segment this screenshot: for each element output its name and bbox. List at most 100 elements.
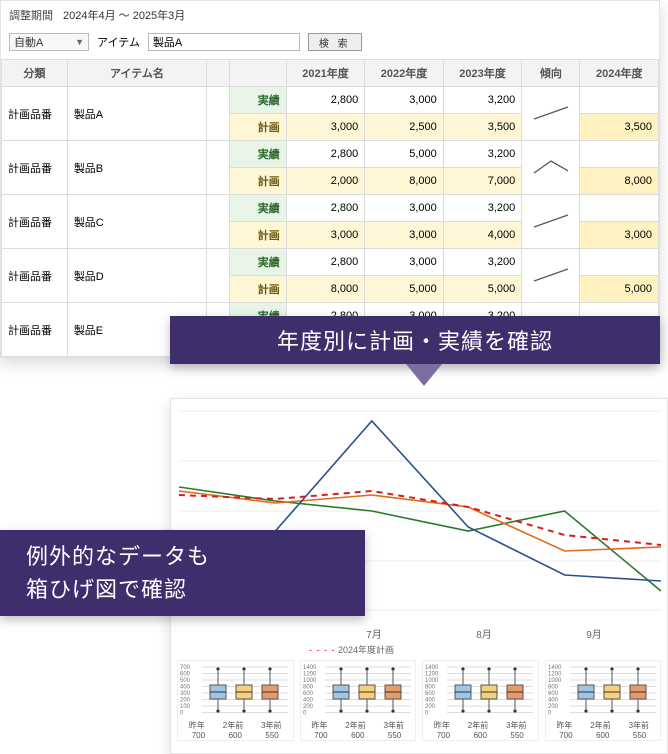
svg-text:600: 600 (303, 691, 314, 697)
cell-val: 3,000 (365, 249, 443, 276)
cell-sparkline (522, 249, 580, 303)
cell-val: 3,000 (365, 87, 443, 114)
cell-type-plan: 計画 (229, 168, 286, 195)
category-select-value: 自動A (14, 34, 43, 50)
item-label: アイテム (97, 34, 140, 50)
banner-yearly-confirm: 年度別に計画・実績を確認 (170, 316, 660, 364)
cell-type-plan: 計画 (229, 222, 286, 249)
x-tick: 8月 (476, 626, 492, 641)
svg-text:500: 500 (180, 678, 191, 684)
cell-val: 4,000 (443, 222, 521, 249)
box-xlabel: 昨年 (434, 720, 450, 731)
svg-text:400: 400 (303, 698, 314, 704)
svg-text:800: 800 (425, 685, 436, 691)
box-value: 700 (192, 731, 205, 740)
cell-item-name: 製品C (67, 195, 206, 249)
cell-item-name: 製品B (67, 141, 206, 195)
search-button[interactable]: 検 索 (308, 33, 362, 51)
box-value: 550 (265, 731, 278, 740)
boxplot-chart: 7006005004003002001000 (180, 663, 290, 718)
cell-val: 3,200 (443, 141, 521, 168)
svg-text:700: 700 (180, 665, 191, 671)
box-xlabel: 2年前 (590, 720, 610, 731)
cell-val: 2,800 (286, 141, 364, 168)
box-value: 600 (596, 731, 609, 740)
boxplot-x-labels: 昨年2年前3年前 (180, 720, 291, 731)
box-xlabel: 2年前 (345, 720, 365, 731)
svg-text:400: 400 (548, 698, 559, 704)
table-row: 計画品番 製品C 実績 2,800 3,000 3,200 (2, 195, 659, 222)
cell-val: 5,000 (443, 276, 521, 303)
cell-plan-2024[interactable]: 3,000 (580, 222, 659, 249)
cell-item-name: 製品D (67, 249, 206, 303)
box-value: 600 (474, 731, 487, 740)
cell-plan-empty (580, 249, 659, 276)
boxplot-cell: 1400120010008006004002000 (300, 660, 417, 741)
svg-text:1000: 1000 (303, 678, 317, 684)
col-category: 分類 (2, 60, 68, 87)
svg-text:1400: 1400 (548, 665, 562, 671)
cell-val: 3,500 (443, 114, 521, 141)
cell-plan-empty (580, 87, 659, 114)
cell-plan-2024[interactable]: 5,000 (580, 276, 659, 303)
svg-text:1200: 1200 (303, 672, 317, 678)
header-row-filters: 自動A ▼ アイテム 検 索 (1, 29, 659, 59)
chevron-down-icon: ▼ (75, 37, 84, 47)
box-xlabel: 昨年 (189, 720, 205, 731)
box-value: 550 (510, 731, 523, 740)
boxplot-chart: 1400120010008006004002000 (548, 663, 658, 718)
cell-type-plan: 計画 (229, 276, 286, 303)
col-gap (207, 60, 230, 87)
cell-val: 3,000 (365, 222, 443, 249)
boxplot-cell: 7006005004003002001000 (177, 660, 294, 741)
svg-text:1400: 1400 (425, 665, 439, 671)
boxplot-x-labels: 昨年2年前3年前 (425, 720, 536, 731)
svg-text:0: 0 (548, 711, 552, 717)
cell-val: 3,200 (443, 87, 521, 114)
cell-category: 計画品番 (2, 87, 68, 141)
boxplot-cell: 1400120010008006004002000 (422, 660, 539, 741)
cell-val: 5,000 (365, 141, 443, 168)
svg-text:600: 600 (548, 691, 559, 697)
col-2024: 2024年度 (580, 60, 659, 87)
svg-text:100: 100 (180, 704, 191, 710)
svg-text:1200: 1200 (548, 672, 562, 678)
cell-plan-2024[interactable]: 8,000 (580, 168, 659, 195)
cell-category: 計画品番 (2, 303, 68, 357)
cell-plan-2024[interactable]: 3,500 (580, 114, 659, 141)
boxplot-chart: 1400120010008006004002000 (425, 663, 535, 718)
svg-text:300: 300 (180, 691, 191, 697)
svg-text:0: 0 (180, 711, 184, 717)
box-value: 550 (388, 731, 401, 740)
cell-val: 5,000 (365, 276, 443, 303)
cell-category: 計画品番 (2, 249, 68, 303)
category-select[interactable]: 自動A ▼ (9, 33, 89, 51)
plan-actual-table: 分類 アイテム名 2021年度 2022年度 2023年度 傾向 2024年度 … (1, 59, 659, 357)
legend-label: 2024年度計画 (338, 645, 394, 655)
box-xlabel: 昨年 (556, 720, 572, 731)
box-xlabel: 3年前 (261, 720, 281, 731)
boxplot-values: 700600550 (303, 731, 414, 740)
box-value: 600 (229, 731, 242, 740)
table-header-row: 分類 アイテム名 2021年度 2022年度 2023年度 傾向 2024年度 (2, 60, 659, 87)
svg-text:0: 0 (303, 711, 307, 717)
item-input[interactable] (148, 33, 300, 51)
cell-sparkline (522, 195, 580, 249)
boxplot-x-labels: 昨年2年前3年前 (303, 720, 414, 731)
box-xlabel: 3年前 (384, 720, 404, 731)
cell-category: 計画品番 (2, 141, 68, 195)
cell-type-actual: 実績 (229, 87, 286, 114)
cell-gap (207, 141, 230, 195)
svg-text:1000: 1000 (548, 678, 562, 684)
box-value: 600 (351, 731, 364, 740)
svg-text:0: 0 (425, 711, 429, 717)
line-chart-x-axis: 7月 8月 9月 (179, 626, 659, 641)
cell-val: 2,800 (286, 249, 364, 276)
cell-gap (207, 87, 230, 141)
cell-gap (207, 249, 230, 303)
cell-val: 2,000 (286, 168, 364, 195)
header-row-period: 調整期間 2024年4月 ～ 2025年3月 (1, 1, 659, 29)
cell-type-actual: 実績 (229, 249, 286, 276)
col-2022: 2022年度 (365, 60, 443, 87)
boxplot-x-labels: 昨年2年前3年前 (548, 720, 659, 731)
